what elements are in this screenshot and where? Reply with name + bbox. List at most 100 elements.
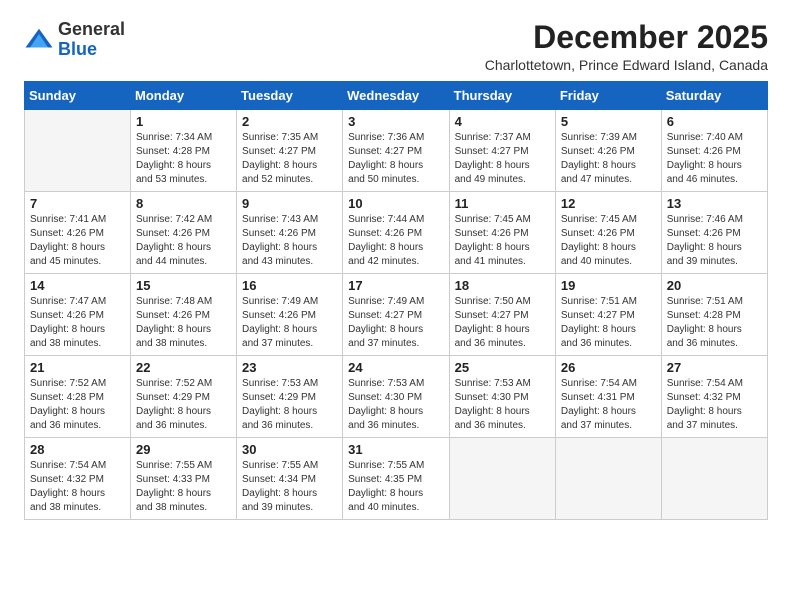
day-info: Sunrise: 7:53 AM Sunset: 4:30 PM Dayligh… — [348, 377, 443, 433]
calendar-day-cell: 16 Sunrise: 7:49 AM Sunset: 4:26 PM Dayli… — [237, 274, 343, 356]
calendar-day-cell: 17 Sunrise: 7:49 AM Sunset: 4:27 PM Dayli… — [343, 274, 449, 356]
calendar-day-cell — [449, 438, 555, 520]
calendar-week-row: 14 Sunrise: 7:47 AM Sunset: 4:26 PM Dayli… — [25, 274, 768, 356]
day-number: 23 — [242, 360, 337, 375]
calendar-header-cell: Wednesday — [343, 82, 449, 110]
calendar-day-cell — [661, 438, 767, 520]
day-info: Sunrise: 7:41 AM Sunset: 4:26 PM Dayligh… — [30, 213, 125, 269]
calendar-day-cell: 29Sunrise: 7:55 AM Sunset: 4:33 PM Dayli… — [131, 438, 237, 520]
calendar-week-row: 1 Sunrise: 7:34 AM Sunset: 4:28 PM Daylig… — [25, 110, 768, 192]
calendar-week-row: 7 Sunrise: 7:41 AM Sunset: 4:26 PM Daylig… — [25, 192, 768, 274]
day-info: Sunrise: 7:49 AM Sunset: 4:27 PM Dayligh… — [348, 295, 443, 351]
day-info: Sunrise: 7:55 AM Sunset: 4:34 PM Dayligh… — [242, 459, 337, 515]
calendar-day-cell: 13Sunrise: 7:46 AM Sunset: 4:26 PM Dayli… — [661, 192, 767, 274]
calendar-day-cell — [25, 110, 131, 192]
calendar-day-cell: 21 Sunrise: 7:52 AM Sunset: 4:28 PM Dayli… — [25, 356, 131, 438]
day-number: 1 — [136, 114, 231, 129]
day-info: Sunrise: 7:35 AM Sunset: 4:27 PM Dayligh… — [242, 131, 337, 187]
day-number: 20 — [667, 278, 762, 293]
calendar-header-cell: Thursday — [449, 82, 555, 110]
calendar-day-cell: 8 Sunrise: 7:42 AM Sunset: 4:26 PM Daylig… — [131, 192, 237, 274]
day-number: 9 — [242, 196, 337, 211]
location-subtitle: Charlottetown, Prince Edward Island, Can… — [485, 57, 768, 73]
calendar-day-cell: 30Sunrise: 7:55 AM Sunset: 4:34 PM Dayli… — [237, 438, 343, 520]
day-number: 5 — [561, 114, 656, 129]
calendar-day-cell: 4Sunrise: 7:37 AM Sunset: 4:27 PM Daylig… — [449, 110, 555, 192]
day-info: Sunrise: 7:46 AM Sunset: 4:26 PM Dayligh… — [667, 213, 762, 269]
calendar-header-cell: Saturday — [661, 82, 767, 110]
calendar-day-cell: 5 Sunrise: 7:39 AM Sunset: 4:26 PM Daylig… — [555, 110, 661, 192]
day-info: Sunrise: 7:52 AM Sunset: 4:29 PM Dayligh… — [136, 377, 231, 433]
calendar-body: 1 Sunrise: 7:34 AM Sunset: 4:28 PM Daylig… — [25, 110, 768, 520]
day-info: Sunrise: 7:52 AM Sunset: 4:28 PM Dayligh… — [30, 377, 125, 433]
calendar-day-cell: 1 Sunrise: 7:34 AM Sunset: 4:28 PM Daylig… — [131, 110, 237, 192]
day-number: 27 — [667, 360, 762, 375]
day-number: 12 — [561, 196, 656, 211]
day-number: 24 — [348, 360, 443, 375]
logo-icon — [24, 25, 54, 55]
day-number: 11 — [455, 196, 550, 211]
calendar-day-cell: 18Sunrise: 7:50 AM Sunset: 4:27 PM Dayli… — [449, 274, 555, 356]
day-number: 21 — [30, 360, 125, 375]
day-info: Sunrise: 7:45 AM Sunset: 4:26 PM Dayligh… — [455, 213, 550, 269]
calendar-day-cell: 15Sunrise: 7:48 AM Sunset: 4:26 PM Dayli… — [131, 274, 237, 356]
calendar-header-cell: Sunday — [25, 82, 131, 110]
calendar-day-cell: 24 Sunrise: 7:53 AM Sunset: 4:30 PM Dayli… — [343, 356, 449, 438]
calendar-header-cell: Monday — [131, 82, 237, 110]
calendar-header-row: SundayMondayTuesdayWednesdayThursdayFrid… — [25, 82, 768, 110]
calendar-day-cell: 7 Sunrise: 7:41 AM Sunset: 4:26 PM Daylig… — [25, 192, 131, 274]
day-number: 3 — [348, 114, 443, 129]
calendar-day-cell: 14 Sunrise: 7:47 AM Sunset: 4:26 PM Dayli… — [25, 274, 131, 356]
day-number: 14 — [30, 278, 125, 293]
day-info: Sunrise: 7:51 AM Sunset: 4:27 PM Dayligh… — [561, 295, 656, 351]
day-info: Sunrise: 7:54 AM Sunset: 4:31 PM Dayligh… — [561, 377, 656, 433]
calendar-day-cell: 10 Sunrise: 7:44 AM Sunset: 4:26 PM Dayli… — [343, 192, 449, 274]
calendar-day-cell: 11 Sunrise: 7:45 AM Sunset: 4:26 PM Dayli… — [449, 192, 555, 274]
calendar-header-cell: Tuesday — [237, 82, 343, 110]
logo-text: General Blue — [58, 20, 125, 60]
day-info: Sunrise: 7:51 AM Sunset: 4:28 PM Dayligh… — [667, 295, 762, 351]
day-number: 2 — [242, 114, 337, 129]
day-info: Sunrise: 7:48 AM Sunset: 4:26 PM Dayligh… — [136, 295, 231, 351]
day-info: Sunrise: 7:37 AM Sunset: 4:27 PM Dayligh… — [455, 131, 550, 187]
day-number: 31 — [348, 442, 443, 457]
day-number: 6 — [667, 114, 762, 129]
day-number: 16 — [242, 278, 337, 293]
calendar-day-cell: 28 Sunrise: 7:54 AM Sunset: 4:32 PM Dayli… — [25, 438, 131, 520]
day-number: 17 — [348, 278, 443, 293]
calendar-day-cell: 22 Sunrise: 7:52 AM Sunset: 4:29 PM Dayli… — [131, 356, 237, 438]
day-info: Sunrise: 7:53 AM Sunset: 4:29 PM Dayligh… — [242, 377, 337, 433]
day-number: 10 — [348, 196, 443, 211]
day-info: Sunrise: 7:39 AM Sunset: 4:26 PM Dayligh… — [561, 131, 656, 187]
day-number: 8 — [136, 196, 231, 211]
calendar-day-cell: 25 Sunrise: 7:53 AM Sunset: 4:30 PM Dayli… — [449, 356, 555, 438]
day-info: Sunrise: 7:34 AM Sunset: 4:28 PM Dayligh… — [136, 131, 231, 187]
day-info: Sunrise: 7:47 AM Sunset: 4:26 PM Dayligh… — [30, 295, 125, 351]
day-info: Sunrise: 7:54 AM Sunset: 4:32 PM Dayligh… — [30, 459, 125, 515]
page-header: General Blue December 2025 Charlottetown… — [24, 20, 768, 73]
day-info: Sunrise: 7:44 AM Sunset: 4:26 PM Dayligh… — [348, 213, 443, 269]
day-number: 7 — [30, 196, 125, 211]
day-number: 25 — [455, 360, 550, 375]
calendar-day-cell: 23 Sunrise: 7:53 AM Sunset: 4:29 PM Dayli… — [237, 356, 343, 438]
calendar-header-cell: Friday — [555, 82, 661, 110]
calendar-day-cell: 6Sunrise: 7:40 AM Sunset: 4:26 PM Daylig… — [661, 110, 767, 192]
calendar-week-row: 21 Sunrise: 7:52 AM Sunset: 4:28 PM Dayli… — [25, 356, 768, 438]
day-info: Sunrise: 7:42 AM Sunset: 4:26 PM Dayligh… — [136, 213, 231, 269]
day-number: 22 — [136, 360, 231, 375]
day-info: Sunrise: 7:55 AM Sunset: 4:33 PM Dayligh… — [136, 459, 231, 515]
calendar-day-cell: 12Sunrise: 7:45 AM Sunset: 4:26 PM Dayli… — [555, 192, 661, 274]
day-info: Sunrise: 7:49 AM Sunset: 4:26 PM Dayligh… — [242, 295, 337, 351]
day-number: 26 — [561, 360, 656, 375]
logo: General Blue — [24, 20, 125, 60]
day-info: Sunrise: 7:36 AM Sunset: 4:27 PM Dayligh… — [348, 131, 443, 187]
calendar-day-cell: 19Sunrise: 7:51 AM Sunset: 4:27 PM Dayli… — [555, 274, 661, 356]
calendar-day-cell: 26 Sunrise: 7:54 AM Sunset: 4:31 PM Dayli… — [555, 356, 661, 438]
day-info: Sunrise: 7:53 AM Sunset: 4:30 PM Dayligh… — [455, 377, 550, 433]
calendar-day-cell: 20 Sunrise: 7:51 AM Sunset: 4:28 PM Dayli… — [661, 274, 767, 356]
calendar-day-cell: 3 Sunrise: 7:36 AM Sunset: 4:27 PM Daylig… — [343, 110, 449, 192]
day-info: Sunrise: 7:50 AM Sunset: 4:27 PM Dayligh… — [455, 295, 550, 351]
calendar-week-row: 28 Sunrise: 7:54 AM Sunset: 4:32 PM Dayli… — [25, 438, 768, 520]
logo-blue: Blue — [58, 40, 125, 60]
day-number: 28 — [30, 442, 125, 457]
